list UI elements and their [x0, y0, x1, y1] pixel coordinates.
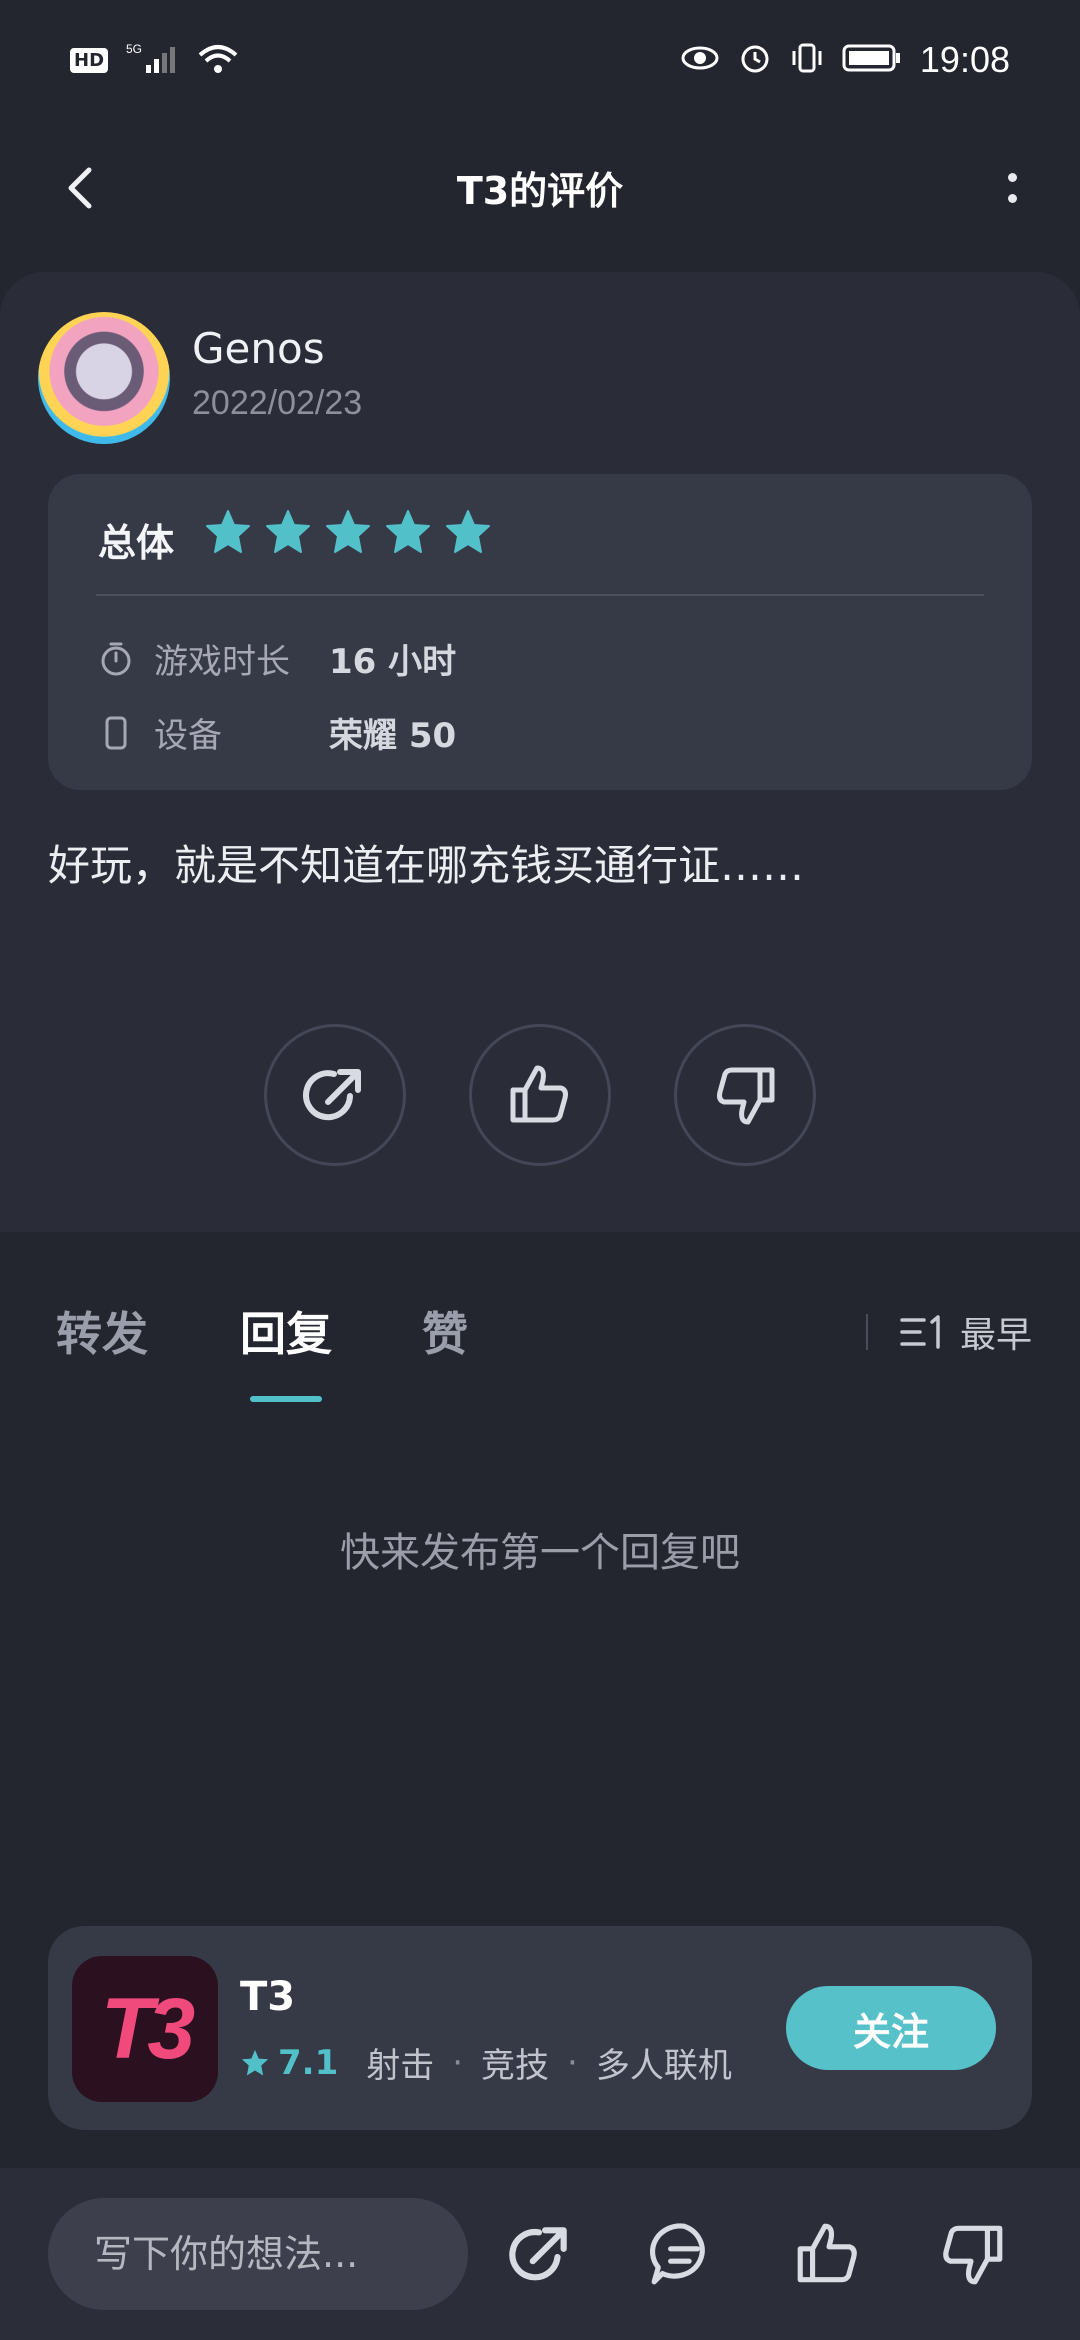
game-tag: 竞技 — [481, 2046, 550, 2086]
game-card[interactable]: T3 T3 7.1 射击 · 竞技 · 多人联机 关注 — [48, 1926, 1032, 2130]
share-icon — [303, 1069, 361, 1121]
share-button[interactable] — [264, 1024, 406, 1166]
network-type-label: 5G — [126, 42, 142, 56]
share-icon[interactable] — [504, 2218, 576, 2290]
follow-button[interactable]: 关注 — [786, 1986, 996, 2070]
star-icon — [241, 2049, 269, 2075]
sort-label: 最早 — [960, 1315, 1033, 1356]
dot-icon — [1007, 173, 1017, 182]
sort-icon — [900, 1315, 940, 1349]
playtime-value: 16 小时 — [329, 642, 457, 682]
star-icon — [326, 510, 370, 553]
tag-separator: · — [452, 2042, 464, 2083]
wifi-icon — [196, 41, 240, 79]
device-label: 设备 — [154, 716, 222, 756]
more-options-button[interactable] — [984, 160, 1040, 216]
dislike-button[interactable] — [674, 1024, 816, 1166]
tab-forward[interactable]: 转发 — [56, 1298, 148, 1364]
chevron-left-icon — [68, 167, 92, 209]
review-text: 好玩，就是不知道在哪充钱买通行证…… — [48, 841, 805, 890]
review-card: Genos 2022/02/23 总体 游戏时长 16 小时 设备 荣耀 50 — [0, 272, 1080, 1232]
game-tag: 射击 — [366, 2046, 435, 2086]
overall-label: 总体 — [98, 521, 175, 565]
thumbs-up-icon[interactable] — [792, 2218, 864, 2290]
playtime-label: 游戏时长 — [154, 642, 290, 682]
comment-input[interactable] — [48, 2198, 468, 2310]
divider — [96, 594, 984, 596]
page-title: T3的评价 — [456, 169, 624, 213]
back-button[interactable] — [55, 160, 111, 216]
thumbs-down-icon — [717, 1067, 775, 1125]
battery-icon — [842, 43, 902, 77]
tab-likes[interactable]: 赞 — [422, 1298, 468, 1364]
star-icon — [386, 510, 430, 553]
comment-icon[interactable] — [648, 2218, 720, 2290]
thumbs-down-icon[interactable] — [936, 2218, 1008, 2290]
playtime-row: 游戏时长 16 小时 — [98, 634, 456, 683]
star-rating — [204, 508, 492, 556]
user-name[interactable]: Genos — [192, 324, 325, 373]
status-left: HD 5G — [70, 41, 240, 79]
alarm-icon — [738, 41, 772, 79]
sort-button[interactable]: 最早 — [900, 1306, 1032, 1358]
device-row: 设备 荣耀 50 — [98, 708, 456, 757]
dot-icon — [1007, 194, 1017, 203]
eye-icon — [680, 43, 720, 77]
star-icon — [206, 510, 250, 553]
app-bar: T3的评价 — [0, 120, 1080, 255]
hd-indicator: HD — [70, 47, 109, 73]
star-icon — [446, 510, 490, 553]
empty-state-text: 快来发布第一个回复吧 — [340, 1530, 740, 1576]
game-score: 7.1 — [278, 2042, 339, 2083]
tag-separator: · — [567, 2042, 578, 2083]
bottom-comment-bar — [0, 2168, 1080, 2340]
thumbs-up-icon — [510, 1065, 568, 1123]
timer-icon — [101, 642, 131, 675]
review-date: 2022/02/23 — [192, 384, 363, 422]
rating-box: 总体 游戏时长 16 小时 设备 荣耀 50 — [48, 474, 1032, 790]
like-button[interactable] — [469, 1024, 611, 1166]
status-right: 19:08 — [680, 39, 1010, 81]
status-bar: HD 5G 19:08 — [0, 0, 1080, 120]
game-icon[interactable]: T3 — [72, 1956, 218, 2102]
game-tag: 多人联机 — [595, 2046, 732, 2086]
signal-icon: 5G — [126, 41, 178, 79]
phone-icon — [105, 716, 127, 749]
avatar[interactable] — [38, 312, 170, 444]
vibrate-icon — [790, 41, 824, 79]
status-time: 19:08 — [919, 39, 1010, 80]
active-tab-indicator — [250, 1396, 322, 1402]
divider — [866, 1314, 868, 1350]
game-name: T3 — [240, 1974, 296, 2020]
device-value: 荣耀 50 — [329, 716, 457, 756]
star-icon — [266, 510, 310, 553]
tab-replies[interactable]: 回复 — [240, 1298, 332, 1364]
game-meta: 7.1 射击 · 竞技 · 多人联机 — [240, 2038, 732, 2087]
